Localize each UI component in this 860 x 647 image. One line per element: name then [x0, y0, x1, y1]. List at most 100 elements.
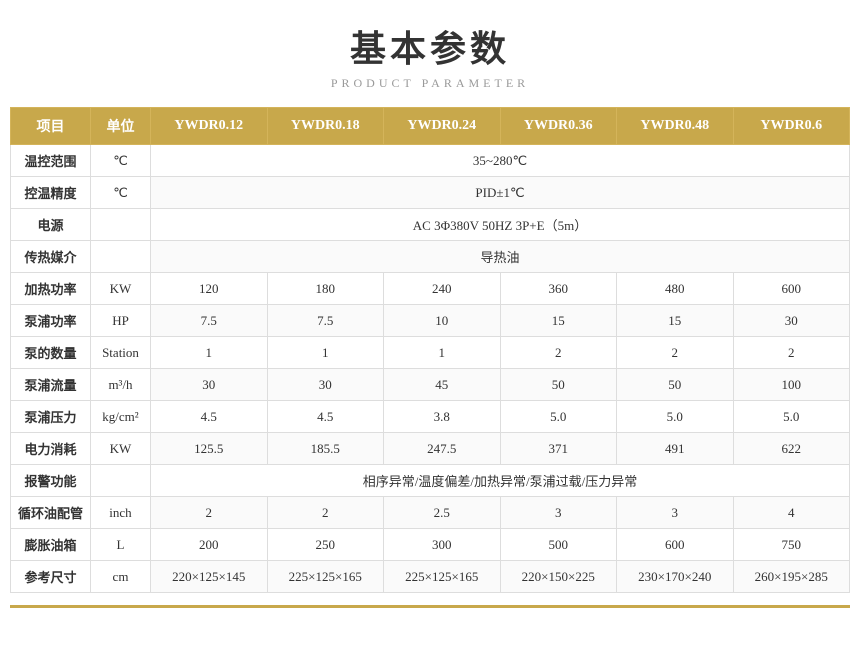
row-unit-label [91, 209, 151, 241]
row-cell: 600 [733, 273, 850, 305]
table-row: 参考尺寸cm220×125×145225×125×165225×125×1652… [11, 561, 850, 593]
row-cell: 300 [384, 529, 501, 561]
row-unit-label: ℃ [91, 145, 151, 177]
row-cell: 15 [500, 305, 617, 337]
row-cell: 50 [500, 369, 617, 401]
page-subtitle: PRODUCT PARAMETER [331, 76, 529, 91]
row-cell: 4 [733, 497, 850, 529]
table-row: 加热功率KW120180240360480600 [11, 273, 850, 305]
table-header-cell: 单位 [91, 108, 151, 145]
row-cell: 15 [617, 305, 734, 337]
table-header-cell: YWDR0.18 [267, 108, 384, 145]
row-cell: 360 [500, 273, 617, 305]
row-cell: 3 [500, 497, 617, 529]
row-cell: 7.5 [151, 305, 268, 337]
row-span-value: AC 3Φ380V 50HZ 3P+E（5m） [151, 209, 850, 241]
table-row: 传热媒介 导热油 [11, 241, 850, 273]
row-unit-label: KW [91, 433, 151, 465]
row-span-value: 导热油 [151, 241, 850, 273]
row-cell: 125.5 [151, 433, 268, 465]
row-cell: 2 [500, 337, 617, 369]
row-item-label: 循环油配管 [11, 497, 91, 529]
table-row: 泵的数量Station111222 [11, 337, 850, 369]
row-unit-label [91, 465, 151, 497]
table-row: 控温精度℃PID±1℃ [11, 177, 850, 209]
row-cell: 500 [500, 529, 617, 561]
row-cell: 5.0 [733, 401, 850, 433]
row-unit-label: HP [91, 305, 151, 337]
row-span-value: 35~280℃ [151, 145, 850, 177]
row-cell: 3 [617, 497, 734, 529]
row-item-label: 电力消耗 [11, 433, 91, 465]
row-item-label: 控温精度 [11, 177, 91, 209]
table-header-cell: 项目 [11, 108, 91, 145]
row-unit-label: L [91, 529, 151, 561]
params-table: 项目单位YWDR0.12YWDR0.18YWDR0.24YWDR0.36YWDR… [10, 107, 850, 593]
row-cell: 260×195×285 [733, 561, 850, 593]
table-header-cell: YWDR0.48 [617, 108, 734, 145]
row-cell: 240 [384, 273, 501, 305]
table-row: 温控范围℃35~280℃ [11, 145, 850, 177]
row-unit-label: Station [91, 337, 151, 369]
table-row: 膨胀油箱L200250300500600750 [11, 529, 850, 561]
row-item-label: 电源 [11, 209, 91, 241]
row-cell: 120 [151, 273, 268, 305]
row-unit-label: m³/h [91, 369, 151, 401]
row-cell: 50 [617, 369, 734, 401]
row-unit-label: KW [91, 273, 151, 305]
row-cell: 600 [617, 529, 734, 561]
table-header-cell: YWDR0.24 [384, 108, 501, 145]
row-item-label: 参考尺寸 [11, 561, 91, 593]
row-cell: 622 [733, 433, 850, 465]
row-item-label: 温控范围 [11, 145, 91, 177]
table-row: 泵浦流量m³/h3030455050100 [11, 369, 850, 401]
row-cell: 2.5 [384, 497, 501, 529]
row-cell: 200 [151, 529, 268, 561]
row-cell: 4.5 [151, 401, 268, 433]
row-cell: 30 [733, 305, 850, 337]
row-cell: 2 [151, 497, 268, 529]
row-cell: 30 [267, 369, 384, 401]
row-cell: 10 [384, 305, 501, 337]
row-cell: 2 [733, 337, 850, 369]
row-cell: 5.0 [500, 401, 617, 433]
table-row: 电源 AC 3Φ380V 50HZ 3P+E（5m） [11, 209, 850, 241]
row-span-value: PID±1℃ [151, 177, 850, 209]
row-cell: 5.0 [617, 401, 734, 433]
table-row: 报警功能相序异常/温度偏差/加热异常/泵浦过载/压力异常 [11, 465, 850, 497]
row-cell: 45 [384, 369, 501, 401]
row-cell: 220×150×225 [500, 561, 617, 593]
row-cell: 185.5 [267, 433, 384, 465]
row-unit-label: ℃ [91, 177, 151, 209]
table-header-cell: YWDR0.36 [500, 108, 617, 145]
table-row: 泵浦压力kg/cm²4.54.53.85.05.05.0 [11, 401, 850, 433]
table-header-cell: YWDR0.12 [151, 108, 268, 145]
row-item-label: 报警功能 [11, 465, 91, 497]
row-item-label: 泵浦压力 [11, 401, 91, 433]
row-item-label: 传热媒介 [11, 241, 91, 273]
row-item-label: 膨胀油箱 [11, 529, 91, 561]
row-cell: 250 [267, 529, 384, 561]
row-cell: 225×125×165 [384, 561, 501, 593]
row-cell: 4.5 [267, 401, 384, 433]
row-cell: 30 [151, 369, 268, 401]
row-cell: 2 [267, 497, 384, 529]
row-cell: 1 [151, 337, 268, 369]
row-cell: 2 [617, 337, 734, 369]
bottom-decorative-line [10, 605, 850, 608]
row-cell: 7.5 [267, 305, 384, 337]
table-header-cell: YWDR0.6 [733, 108, 850, 145]
row-cell: 1 [384, 337, 501, 369]
table-row: 循环油配管inch222.5334 [11, 497, 850, 529]
row-cell: 371 [500, 433, 617, 465]
row-cell: 3.8 [384, 401, 501, 433]
row-item-label: 泵的数量 [11, 337, 91, 369]
row-cell: 230×170×240 [617, 561, 734, 593]
row-cell: 491 [617, 433, 734, 465]
row-cell: 750 [733, 529, 850, 561]
row-item-label: 加热功率 [11, 273, 91, 305]
row-item-label: 泵浦流量 [11, 369, 91, 401]
row-unit-label: cm [91, 561, 151, 593]
page-title: 基本参数 [350, 20, 510, 72]
row-cell: 180 [267, 273, 384, 305]
